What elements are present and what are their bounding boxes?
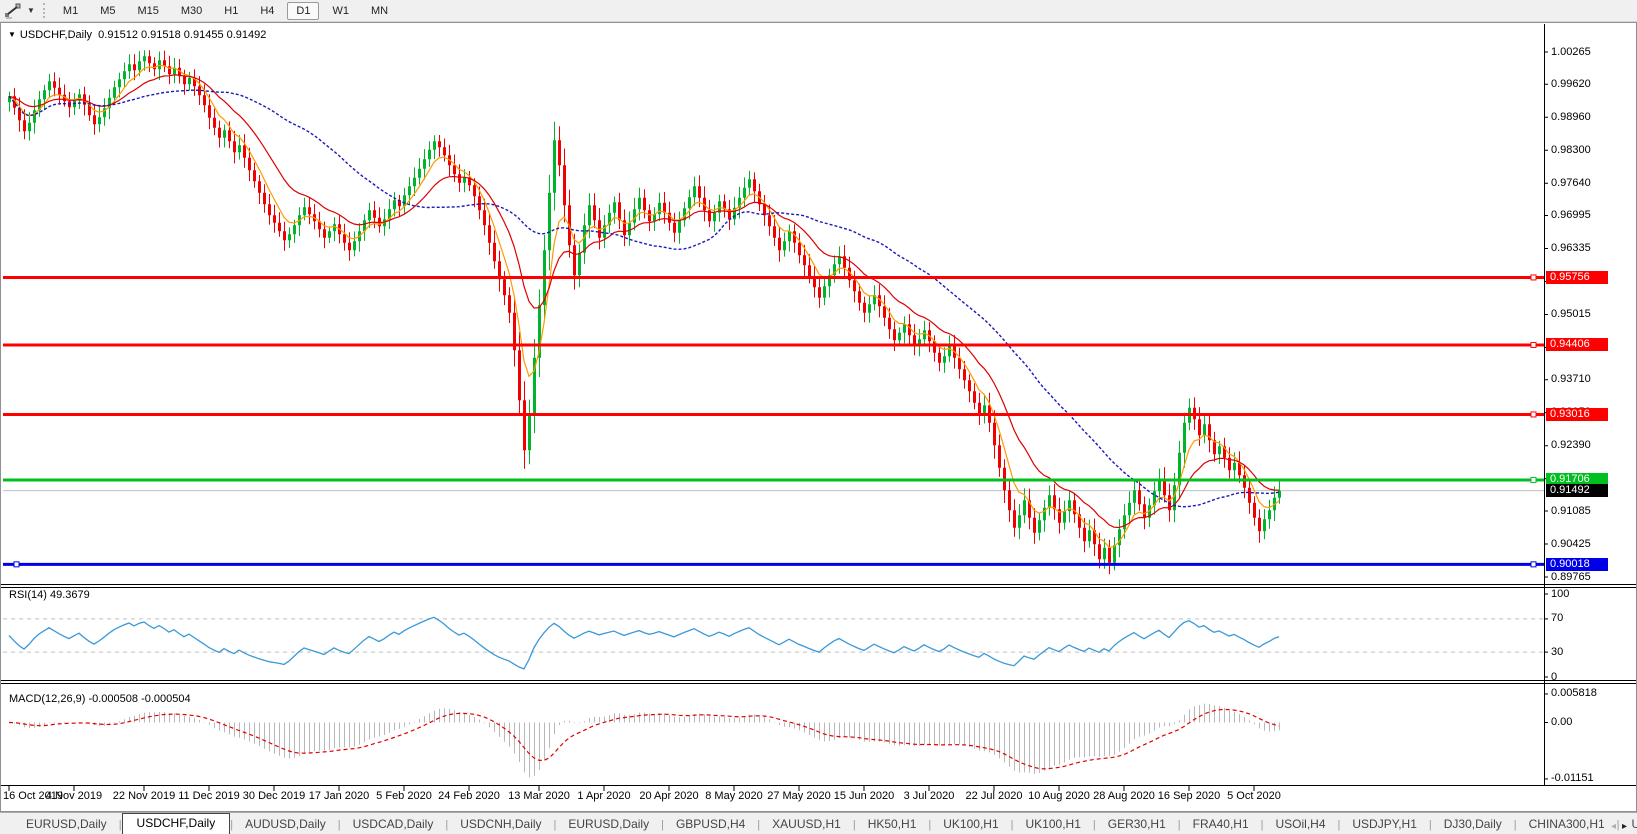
symbol-tab-ger30-h1[interactable]: GER30,H1 — [1096, 814, 1178, 834]
timeframe-button-m1[interactable]: M1 — [54, 2, 87, 20]
price-axis-tick: 1.00265 — [1551, 45, 1591, 58]
rsi-axis-tick: 70 — [1551, 612, 1564, 625]
trading-terminal: ▼ M1 M5 M15 M30 H1 H4 D1 W1 MN ▼ USDCHF,Daily 0.9… — [0, 0, 1637, 834]
timeframe-toolbar: ▼ M1 M5 M15 M30 H1 H4 D1 W1 MN — [0, 0, 1637, 22]
hline-price-label-0.93016: 0.93016 — [1546, 407, 1608, 421]
tab-scroll-right-icon[interactable]: ▸ — [1622, 821, 1633, 832]
chart-draw-tool-icon — [5, 3, 21, 18]
rsi-axis-tick: 0 — [1551, 670, 1558, 683]
date-axis-tick: 24 Feb 2020 — [438, 790, 500, 802]
date-axis-tick: 10 Aug 2020 — [1028, 790, 1090, 802]
symbol-tab-dj30-daily[interactable]: DJ30,Daily — [1432, 814, 1514, 834]
chart-window: ▼ USDCHF,Daily 0.91512 0.91518 0.91455 0.… — [0, 22, 1637, 812]
chart-tool-button[interactable]: ▼ — [0, 0, 39, 21]
date-axis-tick: 30 Dec 2019 — [242, 790, 306, 802]
hline-price-label-0.95756: 0.95756 — [1546, 270, 1608, 284]
hline-anchor — [1530, 274, 1537, 281]
chart-canvas[interactable] — [0, 22, 1637, 812]
hline-price-label-0.90018: 0.90018 — [1546, 557, 1608, 571]
price-axis-tick: 0.98960 — [1551, 110, 1591, 123]
symbol-tab-uk100-h1[interactable]: UK100,H1 — [931, 814, 1010, 834]
date-axis-tick: 5 Feb 2020 — [376, 790, 432, 802]
date-axis-tick: 5 Oct 2020 — [1227, 790, 1281, 802]
price-axis-tick: 0.91085 — [1551, 504, 1591, 517]
date-axis-tick: 15 Jun 2020 — [833, 790, 895, 802]
tab-scroll-buttons: ◂▸ — [1611, 821, 1633, 832]
date-axis-tick: 11 Dec 2019 — [178, 790, 240, 802]
price-axis-tick: 0.96335 — [1551, 242, 1591, 254]
hline-anchor — [1530, 476, 1537, 483]
price-axis-tick: 0.89765 — [1551, 570, 1591, 583]
chart-header: ▼ USDCHF,Daily 0.91512 0.91518 0.91455 0.… — [8, 29, 266, 41]
symbol-tab-fra40-h1[interactable]: FRA40,H1 — [1181, 814, 1261, 834]
price-axis-tick: 0.99620 — [1551, 77, 1591, 90]
hline-anchor — [1530, 341, 1537, 348]
price-axis-tick: 0.92390 — [1551, 439, 1591, 452]
symbol-tab-usdcad-daily[interactable]: USDCAD,Daily — [341, 814, 446, 834]
date-axis-tick: 3 Jul 2020 — [903, 790, 955, 802]
rsi-header: RSI(14) 49.3679 — [9, 589, 90, 601]
rsi-axis-tick: 30 — [1551, 645, 1564, 658]
timeframe-button-d1[interactable]: D1 — [287, 1, 320, 20]
date-axis-tick: 22 Nov 2019 — [112, 790, 176, 802]
price-axis-tick: 0.93710 — [1551, 373, 1591, 386]
date-axis-tick: 22 Jul 2020 — [965, 790, 1023, 802]
hline-anchor — [13, 561, 20, 568]
price-axis-tick: 0.95015 — [1551, 308, 1591, 320]
date-axis-tick: 27 May 2020 — [767, 790, 831, 802]
symbol-tab-usdcnh-daily[interactable]: USDCNH,Daily — [448, 814, 553, 834]
symbol-tab-usdjpy-h1[interactable]: USDJPY,H1 — [1340, 814, 1428, 834]
tab-scroll-left-icon[interactable]: ◂ — [1611, 821, 1622, 832]
symbol-tabbar: EURUSD,Daily | USDCHF,Daily | AUDUSD,Daily | U… — [0, 812, 1637, 834]
date-axis-tick: 16 Sep 2020 — [1157, 790, 1221, 802]
date-axis-tick: 4 Nov 2019 — [45, 790, 103, 802]
timeframe-button-m5[interactable]: M5 — [91, 2, 124, 20]
symbol-tab-gbpusd-h4[interactable]: GBPUSD,H4 — [664, 814, 757, 834]
symbol-tab-xauusd-h1[interactable]: XAUUSD,H1 — [760, 814, 853, 834]
date-axis-tick: 17 Jan 2020 — [308, 790, 370, 802]
rsi-axis-tick: 100 — [1551, 587, 1570, 600]
timeframe-button-h1[interactable]: H1 — [215, 2, 247, 20]
current-price-label: 0.91492 — [1546, 484, 1608, 498]
symbol-tab-hk50-h1[interactable]: HK50,H1 — [856, 814, 929, 834]
symbol-tab-usoil-h4[interactable]: USOil,H4 — [1264, 814, 1338, 834]
price-axis-tick: 0.98300 — [1551, 143, 1591, 156]
timeframe-button-w1[interactable]: W1 — [323, 2, 358, 20]
price-axis-tick: 0.90425 — [1551, 537, 1591, 550]
price-axis-tick: 0.96995 — [1551, 209, 1591, 221]
symbol-tab-china300-h1[interactable]: CHINA300,H1 — [1517, 814, 1617, 834]
symbol-tab-audusd-daily[interactable]: AUDUSD,Daily — [233, 814, 338, 834]
toolbar-grip-handle[interactable] — [42, 3, 45, 18]
date-axis-tick: 20 Apr 2020 — [639, 790, 699, 802]
chart-ohlc-values: 0.91512 0.91518 0.91455 0.91492 — [98, 29, 267, 41]
date-axis-tick: 28 Aug 2020 — [1093, 790, 1155, 802]
macd-header: MACD(12,26,9) -0.000508 -0.000504 — [9, 693, 191, 705]
price-axis-tick: 0.97640 — [1551, 176, 1591, 189]
hline-anchor — [1530, 561, 1537, 568]
hline-price-label-0.94406: 0.94406 — [1546, 338, 1608, 352]
hline-anchor — [1530, 411, 1537, 418]
timeframe-button-h4[interactable]: H4 — [251, 2, 283, 20]
macd-axis-tick: 0.005818 — [1551, 687, 1597, 700]
timeframe-button-m15[interactable]: M15 — [128, 2, 167, 20]
date-axis-tick: 1 Apr 2020 — [577, 790, 631, 802]
timeframe-button-m30[interactable]: M30 — [172, 2, 211, 20]
symbol-tab-uk100-h1[interactable]: UK100,H1 — [1014, 814, 1093, 834]
symbol-tab-usdchf-daily[interactable]: USDCHF,Daily — [121, 813, 231, 834]
timeframe-button-mn[interactable]: MN — [362, 2, 397, 20]
symbol-tab-eurusd-daily[interactable]: EURUSD,Daily — [14, 814, 119, 834]
macd-axis-tick: 0.00 — [1551, 716, 1573, 728]
date-axis-tick: 8 May 2020 — [705, 790, 763, 802]
symbol-tab-eurusd-daily[interactable]: EURUSD,Daily — [556, 814, 661, 834]
collapse-caret-icon: ▼ — [8, 30, 16, 39]
chevron-down-icon: ▼ — [27, 6, 35, 15]
date-axis-tick: 13 Mar 2020 — [508, 790, 570, 802]
macd-axis-tick: -0.01151 — [1551, 772, 1594, 785]
chart-symbol-label: USDCHF,Daily — [19, 29, 93, 41]
